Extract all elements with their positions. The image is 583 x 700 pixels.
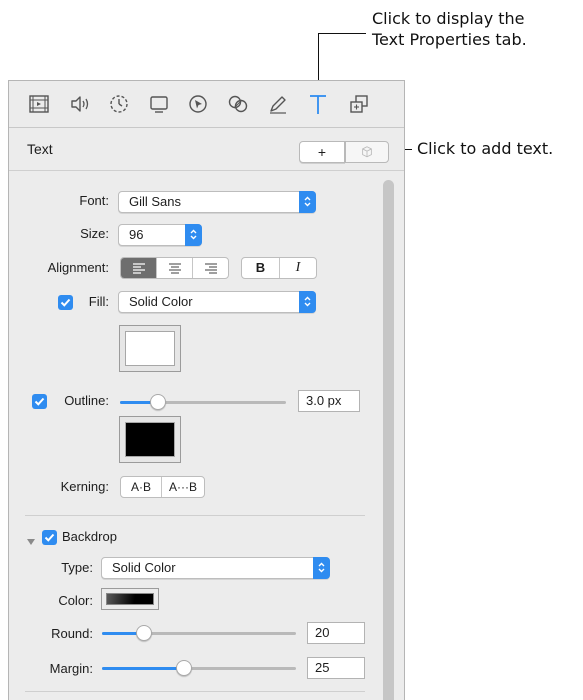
backdrop-color-label: Color: [58, 593, 93, 608]
round-label: Round: [51, 626, 93, 641]
outline-color-well[interactable] [119, 416, 181, 463]
popup-arrows-icon [185, 224, 202, 246]
callout-add-text: Click to add text. [417, 139, 554, 158]
pencil-icon[interactable] [265, 91, 291, 117]
size-label: Size: [80, 226, 109, 241]
align-center-button[interactable] [157, 258, 193, 278]
cursor-icon[interactable] [185, 91, 211, 117]
callout-text-tab: Click to display the Text Properties tab… [372, 8, 527, 50]
align-left-button[interactable] [121, 258, 157, 278]
screen-icon[interactable] [146, 91, 172, 117]
filters-icon[interactable] [225, 91, 251, 117]
fill-color-well[interactable] [119, 325, 181, 372]
round-field[interactable]: 20 [307, 622, 365, 644]
audio-icon[interactable] [67, 91, 93, 117]
backdrop-disclosure-triangle[interactable] [26, 534, 36, 545]
fill-popup-value: Solid Color [129, 294, 193, 309]
margin-slider-fill [102, 667, 185, 670]
popup-arrows-icon [299, 291, 316, 313]
kerning-looser-button[interactable]: A···B [162, 477, 204, 497]
vertical-scrollbar[interactable] [383, 180, 394, 700]
fill-label: Fill: [88, 294, 109, 309]
alignment-label: Alignment: [47, 260, 109, 275]
checkmark-icon [34, 397, 45, 406]
checkmark-icon [44, 533, 55, 542]
outline-label: Outline: [64, 393, 109, 408]
size-combo[interactable]: 96 [118, 224, 202, 246]
round-slider-knob[interactable] [136, 625, 152, 641]
margin-label: Margin: [49, 661, 93, 676]
style-segmented-control: B I [241, 257, 317, 279]
outline-width-field[interactable]: 3.0 px [298, 390, 360, 412]
outline-width-slider[interactable] [120, 394, 286, 410]
fill-color-swatch [125, 331, 175, 366]
kerning-segmented-control: A·B A···B [120, 476, 205, 498]
backdrop-type-label: Type: [61, 560, 93, 575]
kerning-tighter-button[interactable]: A·B [121, 477, 162, 497]
popup-arrows-icon [313, 557, 330, 579]
margin-slider[interactable] [102, 660, 296, 676]
add-text-button[interactable]: + [299, 141, 345, 163]
round-slider[interactable] [102, 625, 296, 641]
inspector-toolbar [9, 81, 404, 128]
align-center-icon [168, 263, 181, 274]
timer-icon[interactable] [106, 91, 132, 117]
popup-arrows-icon [299, 191, 316, 213]
backdrop-type-popup[interactable]: Solid Color [101, 557, 330, 579]
section-divider [25, 691, 365, 692]
size-combo-value: 96 [129, 227, 144, 242]
callout-text-tab-line1: Click to display the [372, 9, 525, 28]
margin-field[interactable]: 25 [307, 657, 365, 679]
outline-checkbox[interactable] [32, 394, 47, 409]
checkmark-icon [60, 298, 71, 307]
callout-leader-horizontal [318, 33, 366, 34]
backdrop-checkbox[interactable] [42, 530, 57, 545]
italic-button[interactable]: I [280, 258, 316, 278]
fill-popup[interactable]: Solid Color [118, 291, 316, 313]
font-popup[interactable]: Gill Sans [118, 191, 316, 213]
cube-icon [362, 146, 372, 158]
backdrop-title: Backdrop [62, 529, 117, 544]
backdrop-type-value: Solid Color [112, 560, 176, 575]
kerning-label: Kerning: [60, 479, 109, 494]
bold-button[interactable]: B [242, 258, 280, 278]
text-3d-button[interactable] [345, 141, 389, 163]
font-popup-value: Gill Sans [129, 194, 182, 209]
fill-checkbox[interactable] [58, 295, 73, 310]
layers-icon[interactable] [346, 91, 372, 117]
disclosure-triangle-icon [27, 539, 35, 545]
movie-icon[interactable] [26, 91, 52, 117]
outline-color-swatch [125, 422, 175, 457]
backdrop-color-well[interactable] [101, 588, 159, 610]
text-section-header: Text + [9, 129, 404, 171]
align-right-icon [204, 263, 217, 274]
callout-leader-vertical [318, 33, 319, 85]
align-right-button[interactable] [193, 258, 228, 278]
align-left-icon [132, 263, 145, 274]
properties-scroll-area: Font: Gill Sans Size: 96 Alignment: B I … [9, 172, 404, 700]
section-divider [25, 515, 365, 516]
margin-slider-knob[interactable] [176, 660, 192, 676]
inspector-panel: Text + Font: Gill Sans Size: 96 Alignmen… [8, 80, 405, 700]
font-label: Font: [79, 193, 109, 208]
text-icon[interactable] [305, 91, 331, 117]
callout-text-tab-line2: Text Properties tab. [372, 30, 527, 49]
backdrop-color-swatch [106, 593, 154, 605]
text-section-title: Text [27, 141, 53, 157]
outline-slider-knob[interactable] [150, 394, 166, 410]
alignment-segmented-control [120, 257, 229, 279]
